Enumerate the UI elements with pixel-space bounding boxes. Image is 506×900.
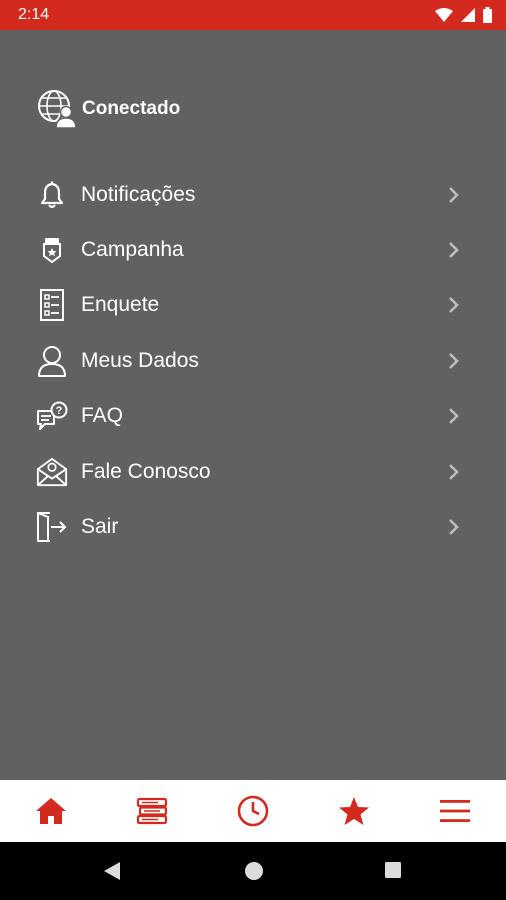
badge-icon (36, 234, 68, 266)
nav-menu-button[interactable] (405, 780, 506, 842)
menu-label: Notificações (81, 182, 196, 206)
bell-icon (36, 179, 68, 211)
hamburger-menu-icon (440, 800, 471, 822)
menu-item-meus-dados[interactable]: Meus Dados (0, 333, 506, 388)
chevron-right-icon (449, 186, 459, 203)
faq-chat-icon: ? (36, 400, 68, 432)
signal-icon (461, 8, 475, 22)
logout-icon (36, 511, 68, 543)
system-nav-bar (0, 842, 506, 900)
nav-home-button[interactable] (0, 780, 101, 842)
menu-item-campanha[interactable]: Campanha (0, 222, 506, 277)
bottom-nav (0, 780, 506, 842)
star-icon (339, 797, 370, 825)
user-icon (36, 345, 68, 377)
chevron-right-icon (449, 408, 459, 425)
navigation-drawer: Conectado Notificações Campanha Enquete (0, 30, 506, 780)
clock-icon (237, 795, 269, 827)
svg-text:?: ? (56, 405, 63, 417)
chevron-right-icon (449, 297, 459, 314)
menu-item-sair[interactable]: Sair (0, 499, 506, 554)
menu-item-faq[interactable]: ? FAQ (0, 389, 506, 444)
nav-history-button[interactable] (202, 780, 303, 842)
menu-label: Fale Conosco (81, 459, 211, 483)
battery-icon (483, 7, 492, 23)
status-time: 2:14 (18, 6, 50, 23)
menu-item-fale-conosco[interactable]: Fale Conosco (0, 444, 506, 499)
menu-label: Meus Dados (81, 348, 199, 372)
menu-label: Enquete (81, 293, 160, 317)
mail-icon (36, 456, 68, 488)
nav-favorites-button[interactable] (304, 780, 405, 842)
menu-item-notificacoes[interactable]: Notificações (0, 167, 506, 222)
profile-status: Conectado (82, 98, 181, 119)
chevron-right-icon (449, 519, 459, 535)
menu-label: Sair (81, 515, 119, 539)
chevron-right-icon (449, 352, 459, 369)
home-icon (35, 798, 66, 824)
profile-header: Conectado (36, 88, 180, 130)
menu-label: FAQ (81, 404, 124, 428)
chevron-right-icon (449, 463, 459, 480)
menu-label: Campanha (81, 238, 184, 262)
survey-icon (36, 289, 68, 322)
drawer-menu: Notificações Campanha Enquete Meus Dados (0, 167, 506, 555)
wifi-icon (435, 8, 453, 22)
menu-item-enquete[interactable]: Enquete (0, 278, 506, 333)
status-icons (435, 7, 492, 23)
chevron-right-icon (449, 242, 459, 258)
globe-user-icon (38, 90, 77, 129)
back-icon[interactable] (102, 861, 122, 881)
recents-icon[interactable] (384, 861, 402, 879)
nav-books-button[interactable] (101, 780, 202, 842)
home-circle-icon[interactable] (244, 861, 264, 881)
books-icon (136, 797, 167, 825)
status-bar: 2:14 (0, 0, 506, 30)
